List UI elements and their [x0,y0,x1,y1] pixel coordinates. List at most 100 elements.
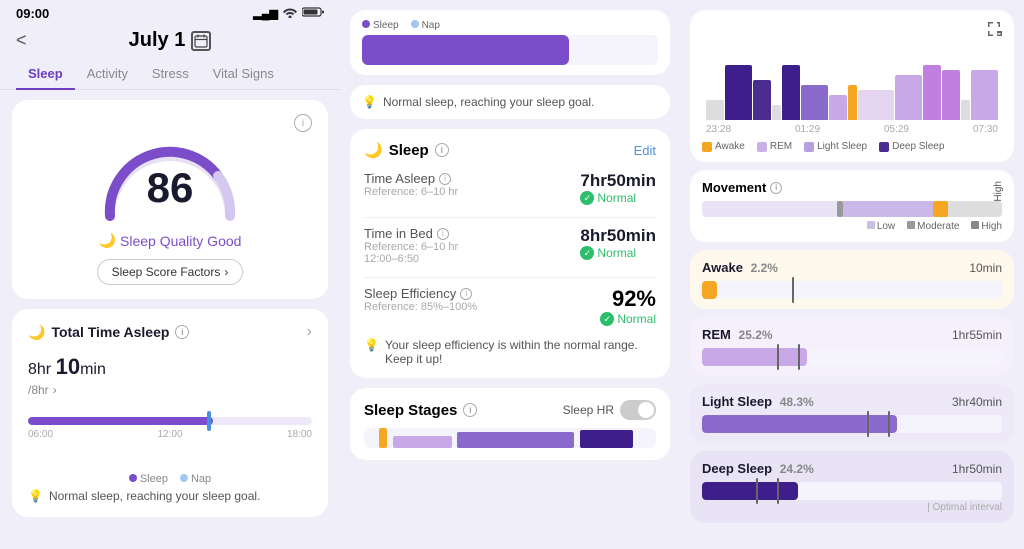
chart-labels: 06:00 12:00 18:00 [28,429,312,440]
right-panel: 23:28 01:29 05:29 07:30 Awake REM Light … [680,0,1024,549]
light-sleep-color [804,142,814,152]
sleep-stages-card: Sleep Stages i Sleep HR [350,388,670,460]
middle-sleep-bar [362,35,658,65]
middle-panel: Sleep Nap 💡 Normal sleep, reaching your … [340,0,680,549]
movement-bar [702,201,1002,217]
metrics-header: 🌙 Sleep i Edit [364,141,656,159]
chart-marker [207,411,211,431]
sleep-time-display: 8hr 10min [28,349,312,381]
chart-bar-fill [28,417,213,425]
deep-sleep-color [879,142,889,152]
score-info-icon[interactable]: i [294,114,312,132]
se-info-icon[interactable]: i [460,288,472,300]
stages-header: Sleep Stages i Sleep HR [364,400,656,420]
chart-legend: Sleep Nap [28,473,312,485]
time-display: 09:00 [16,6,49,21]
awake-bar [702,281,1002,299]
deep-sleep-bar [702,482,1002,500]
sleep-hr-toggle[interactable] [620,400,656,420]
tab-sleep[interactable]: Sleep [16,58,75,89]
awake-marker [792,277,794,303]
time-in-bed-status: ✓ Normal [580,246,656,260]
battery-icon [302,6,324,21]
movement-info-icon[interactable]: i [770,182,782,194]
status-bar: 09:00 ▂▄▆ [0,0,340,25]
light-marker2 [888,411,890,437]
wifi-icon [282,6,298,21]
sleep-score-number: 86 [147,164,194,212]
left-scroll-content: i 86 🌙 Sleep Quality Good Sleep Score F [0,90,340,549]
back-button[interactable]: < [16,30,27,51]
awake-color [702,142,712,152]
time-in-bed-metric: Time in Bed i Reference: 6–10 hr 12:00–6… [364,226,656,265]
optimal-text: | Optimal interval [702,502,1002,513]
stages-info-icon[interactable]: i [463,403,477,417]
goal-text: /8hr › [28,383,312,397]
movement-card: Movement i High Low Moderate High [690,170,1014,242]
sleep-section-title: 🌙 Sleep i [364,141,449,159]
chart-bar-track [28,417,312,425]
hypnogram-card: 23:28 01:29 05:29 07:30 Awake REM Light … [690,10,1014,162]
toggle-knob [638,402,654,418]
sleep-info-icon[interactable]: i [435,143,449,157]
divider-1 [364,217,656,218]
time-info-icon[interactable]: i [175,325,189,339]
sleep-score-card: i 86 🌙 Sleep Quality Good Sleep Score F [12,100,328,299]
sleep-metrics-card: 🌙 Sleep i Edit Time Asleep i Reference: … [350,129,670,378]
rem-bar [702,348,1002,366]
time-asleep-status: ✓ Normal [580,191,656,205]
tab-bar: Sleep Activity Stress Vital Signs [0,58,340,90]
time-asleep-metric: Time Asleep i Reference: 6–10 hr 7hr50mi… [364,171,656,205]
light-sleep-bar [702,415,1002,433]
gauge-container: 86 [90,136,250,226]
tab-activity[interactable]: Activity [75,58,140,89]
calendar-icon[interactable] [191,31,211,51]
card-title-row: 🌙 Total Time Asleep i › [28,323,312,341]
hypnogram-chart [702,40,1002,120]
sleep-score-factors-button[interactable]: Sleep Score Factors › [97,259,244,285]
movement-title: Movement i [702,180,1002,195]
middle-legend: Sleep Nap [362,20,440,31]
rem-color [757,142,767,152]
sleep-hr-toggle-container: Sleep HR [563,400,656,420]
deep-sleep-card: Deep Sleep 24.2% 1hr50min | Optimal inte… [690,451,1014,523]
moon-icon: 🌙 [99,232,116,249]
signal-icon: ▂▄▆ [253,7,278,20]
divider-2 [364,277,656,278]
light-sleep-card: Light Sleep 48.3% 3hr40min [690,384,1014,443]
efficiency-tip: 💡 Your sleep efficiency is within the no… [364,338,656,366]
deep-marker2 [777,478,779,504]
middle-tip-card: 💡 Normal sleep, reaching your sleep goal… [350,85,670,119]
middle-chart-card: Sleep Nap [350,10,670,75]
sleep-quality-label: 🌙 Sleep Quality Good [99,232,242,249]
sleep-icon: 🌙 [364,141,383,159]
chevron-right-icon[interactable]: › [307,323,312,341]
ta-info-icon[interactable]: i [439,173,451,185]
header-title: July 1 [129,29,212,52]
awake-card: Awake 2.2% 10min [690,250,1014,309]
total-time-title: 🌙 Total Time Asleep i [28,324,189,341]
moon-icon-small: 🌙 [28,324,45,341]
tab-stress[interactable]: Stress [140,58,201,89]
sleep-efficiency-metric: Sleep Efficiency i Reference: 85%–100% 9… [364,286,656,326]
rem-marker2 [798,344,800,370]
time-axis: 23:28 01:29 05:29 07:30 [702,124,1002,135]
sleep-chart-area: 06:00 12:00 18:00 [28,417,312,467]
left-panel: 09:00 ▂▄▆ < July 1 Sleep Activity Stress… [0,0,340,549]
expand-button[interactable] [702,20,1002,36]
tab-vital-signs[interactable]: Vital Signs [201,58,286,89]
total-time-asleep-card: 🌙 Total Time Asleep i › 8hr 10min /8hr › [12,309,328,517]
edit-button[interactable]: Edit [634,143,656,158]
hypnogram-legend: Awake REM Light Sleep Deep Sleep [702,141,1002,152]
efficiency-status: ✓ Normal [600,312,656,326]
stages-title: Sleep Stages i [364,402,477,419]
stages-mini-chart [364,428,656,448]
rem-marker1 [777,344,779,370]
light-marker1 [867,411,869,437]
status-icons: ▂▄▆ [253,6,324,21]
high-label: High [993,181,1004,202]
rem-card: REM 25.2% 1hr55min [690,317,1014,376]
deep-marker1 [756,478,758,504]
tib-info-icon[interactable]: i [437,228,449,240]
header-date: July 1 [129,29,186,52]
